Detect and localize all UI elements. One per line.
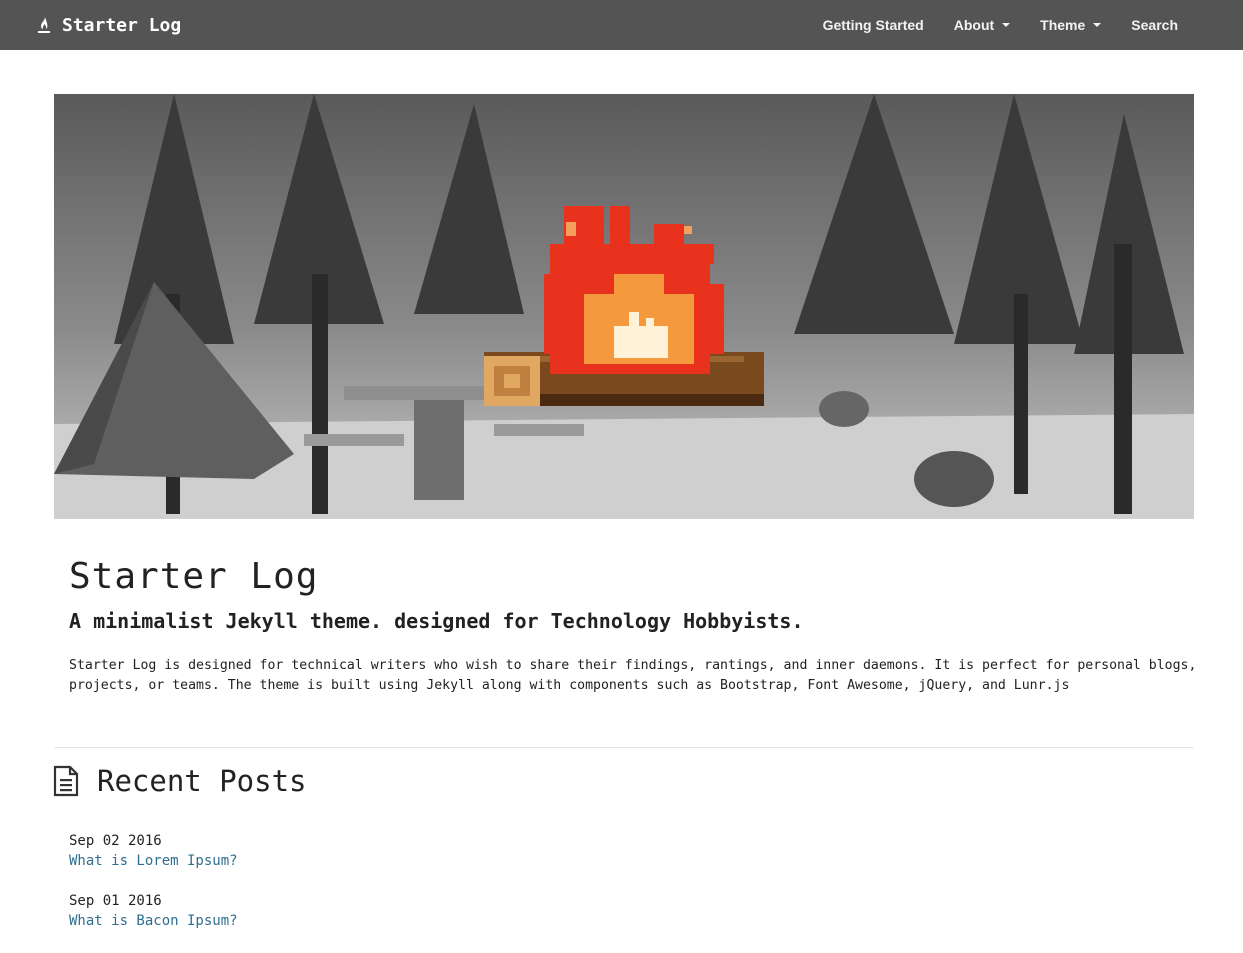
caret-down-icon [1093, 23, 1102, 27]
top-navbar: Starter Log Getting Started About Theme … [0, 0, 1243, 50]
post-title-link[interactable]: What is Lorem Ipsum? [69, 851, 238, 871]
nav-search[interactable]: Search [1116, 0, 1243, 50]
file-text-icon [53, 765, 79, 797]
brand-text: Starter Log [62, 14, 182, 36]
section-divider [54, 747, 1194, 748]
nav-label: Search [1131, 17, 1178, 33]
nav-about-dropdown[interactable]: About [939, 0, 1025, 50]
caret-down-icon [1002, 23, 1011, 27]
post-date: Sep 02 2016 [69, 833, 162, 849]
nav-getting-started[interactable]: Getting Started [808, 0, 939, 50]
nav-label: Getting Started [822, 17, 924, 33]
site-description: Starter Log is designed for technical wr… [69, 658, 1197, 693]
nav-theme-dropdown[interactable]: Theme [1025, 0, 1116, 50]
post-item: Sep 01 2016 What is Bacon Ipsum? [69, 891, 238, 931]
nav-menu: Getting Started About Theme Search [808, 0, 1243, 50]
nav-label: Theme [1040, 17, 1086, 33]
site-title: Starter Log [69, 556, 319, 597]
recent-posts-heading: Recent Posts [97, 764, 307, 798]
post-item: Sep 02 2016 What is Lorem Ipsum? [69, 831, 238, 871]
site-subtitle: A minimalist Jekyll theme. designed for … [69, 609, 804, 633]
campsite-campfire-illustration [54, 94, 1194, 519]
recent-posts-header: Recent Posts [53, 764, 307, 798]
post-title-link[interactable]: What is Bacon Ipsum? [69, 911, 238, 931]
flame-icon [38, 17, 50, 33]
post-date: Sep 01 2016 [69, 893, 162, 909]
nav-label: About [953, 17, 995, 33]
brand-link[interactable]: Starter Log [36, 0, 181, 50]
hero-banner-image [54, 94, 1194, 519]
